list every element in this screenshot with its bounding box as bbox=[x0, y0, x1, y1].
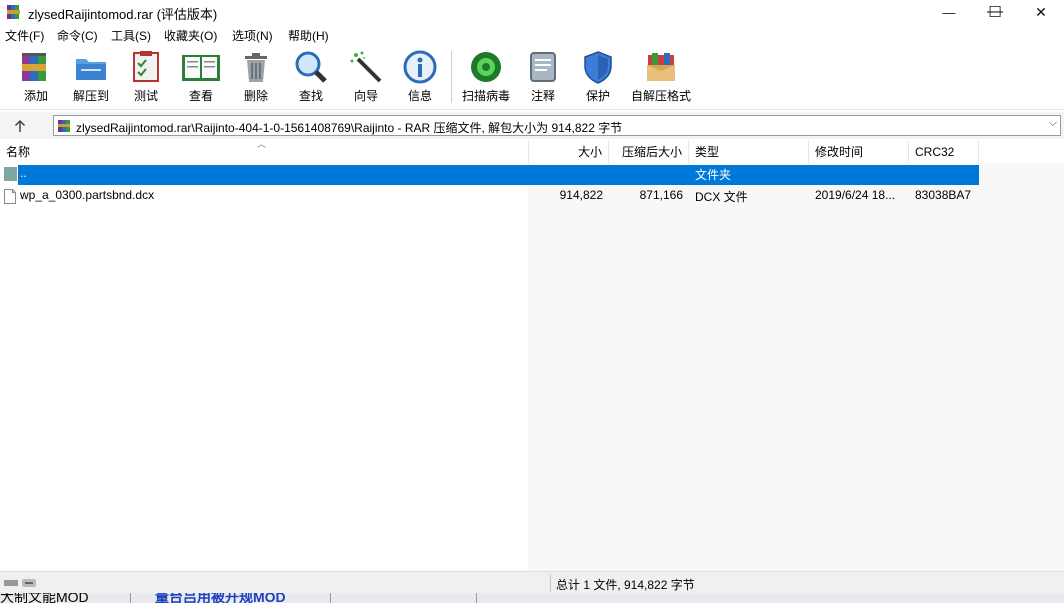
extract-folder-icon bbox=[76, 59, 106, 80]
wizard-button[interactable]: 向导 bbox=[347, 49, 385, 107]
menu-bar: 文件(F) 命令(C) 工具(S) 收藏夹(O) 选项(N) 帮助(H) bbox=[0, 25, 1064, 45]
sfx-button[interactable]: 自解压格式 bbox=[630, 49, 692, 107]
scan-virus-button[interactable]: 扫描病毒 bbox=[460, 49, 512, 107]
column-crc32[interactable]: CRC32 bbox=[909, 141, 979, 163]
toolbar: 添加 解压到 测试 查看 删除 查找 向导 信息 扫描病毒 注释 保护 自解压格… bbox=[0, 45, 1064, 110]
taskbar-item[interactable]: 大制文能MOD bbox=[0, 593, 89, 603]
protect-button[interactable]: 保护 bbox=[580, 49, 616, 107]
title-bar: zlysedRaijintomod.rar (评估版本) — bbox=[0, 0, 1064, 24]
column-size[interactable]: 大小 bbox=[529, 141, 609, 163]
taskbar-divider bbox=[330, 593, 331, 603]
address-bar: zlysedRaijintomod.rar\Raijinto-404-1-0-1… bbox=[0, 112, 1064, 139]
path-combobox[interactable]: zlysedRaijintomod.rar\Raijinto-404-1-0-1… bbox=[53, 115, 1061, 136]
comment-button[interactable]: 注释 bbox=[525, 49, 561, 107]
file-list[interactable]: .. 文件夹 wp_a_0300.partsbnd.dcx 914,822 87… bbox=[0, 163, 1064, 571]
maximize-button[interactable]: ☐ bbox=[972, 0, 1018, 24]
status-divider bbox=[550, 574, 551, 592]
path-text: zlysedRaijintomod.rar\Raijinto-404-1-0-1… bbox=[76, 121, 623, 135]
window-title: zlysedRaijintomod.rar (评估版本) bbox=[28, 7, 218, 22]
test-checklist-icon bbox=[133, 51, 159, 82]
up-one-level-button[interactable] bbox=[8, 116, 32, 136]
menu-command[interactable]: 命令(C) bbox=[57, 27, 98, 44]
status-bar: 总计 1 文件, 914,822 字节 bbox=[0, 571, 1064, 594]
trash-icon bbox=[245, 53, 267, 82]
view-book-icon bbox=[182, 55, 220, 81]
toolbar-separator bbox=[451, 51, 452, 103]
menu-favorites[interactable]: 收藏夹(O) bbox=[164, 27, 217, 44]
sfx-box-icon bbox=[647, 53, 675, 81]
table-row-file[interactable]: wp_a_0300.partsbnd.dcx 914,822 871,166 D… bbox=[0, 185, 1064, 207]
close-button[interactable]: ✕ bbox=[1018, 0, 1064, 24]
column-packed-size[interactable]: 压缩后大小 bbox=[609, 141, 689, 163]
taskbar-divider bbox=[130, 593, 131, 603]
magnifier-icon bbox=[295, 51, 327, 83]
menu-options[interactable]: 选项(N) bbox=[232, 27, 273, 44]
row-crc32: 83038BA7 bbox=[915, 188, 972, 202]
magic-wand-icon bbox=[350, 51, 382, 83]
menu-help[interactable]: 帮助(H) bbox=[288, 27, 329, 44]
selection-highlight bbox=[18, 165, 979, 185]
sort-ascending-icon: ︿ bbox=[257, 139, 267, 149]
column-type[interactable]: 类型 bbox=[689, 141, 809, 163]
folder-up-icon bbox=[4, 167, 17, 181]
delete-button[interactable]: 删除 bbox=[238, 49, 274, 107]
find-button[interactable]: 查找 bbox=[292, 49, 330, 107]
taskbar-strip: 大制文能MOD 量台吕用被开规MOD bbox=[0, 593, 1064, 603]
row-packed-size: 871,166 bbox=[639, 188, 683, 202]
extract-button[interactable]: 解压到 bbox=[70, 49, 112, 107]
column-modified[interactable]: 修改时间 bbox=[809, 141, 909, 163]
view-button[interactable]: 查看 bbox=[178, 49, 224, 107]
taskbar-item[interactable]: 量台吕用被开规MOD bbox=[155, 593, 286, 603]
shield-icon bbox=[584, 51, 612, 84]
taskbar-divider bbox=[476, 593, 477, 603]
drive-icon bbox=[4, 579, 36, 587]
comment-note-icon bbox=[530, 52, 556, 82]
arrow-up-icon bbox=[14, 119, 26, 132]
chevron-down-icon[interactable]: ⌵ bbox=[1049, 117, 1057, 130]
row-name: wp_a_0300.partsbnd.dcx bbox=[20, 188, 155, 202]
rar-archive-icon bbox=[58, 120, 70, 132]
menu-tools[interactable]: 工具(S) bbox=[111, 27, 151, 44]
add-button[interactable]: 添加 bbox=[17, 49, 55, 107]
row-size: 914,822 bbox=[559, 188, 603, 202]
row-name: .. bbox=[20, 166, 27, 180]
file-icon bbox=[4, 189, 16, 204]
info-icon bbox=[403, 50, 437, 84]
menu-file[interactable]: 文件(F) bbox=[5, 27, 44, 44]
test-button[interactable]: 测试 bbox=[128, 49, 164, 107]
list-background bbox=[528, 163, 1064, 571]
winrar-app-icon bbox=[7, 5, 20, 19]
file-list-header: 名称 ︿ 大小 压缩后大小 类型 修改时间 CRC32 bbox=[0, 139, 1064, 163]
table-row-parent-folder[interactable]: .. 文件夹 bbox=[0, 163, 1064, 185]
virus-scan-icon bbox=[471, 52, 501, 82]
row-type: DCX 文件 bbox=[695, 190, 748, 204]
status-summary: 总计 1 文件, 914,822 字节 bbox=[556, 578, 695, 592]
row-modified: 2019/6/24 18... bbox=[815, 188, 896, 202]
minimize-button-2[interactable]: — bbox=[926, 0, 972, 24]
info-button[interactable]: 信息 bbox=[402, 49, 438, 107]
add-archive-icon bbox=[22, 53, 46, 81]
row-type: 文件夹 bbox=[695, 168, 732, 182]
